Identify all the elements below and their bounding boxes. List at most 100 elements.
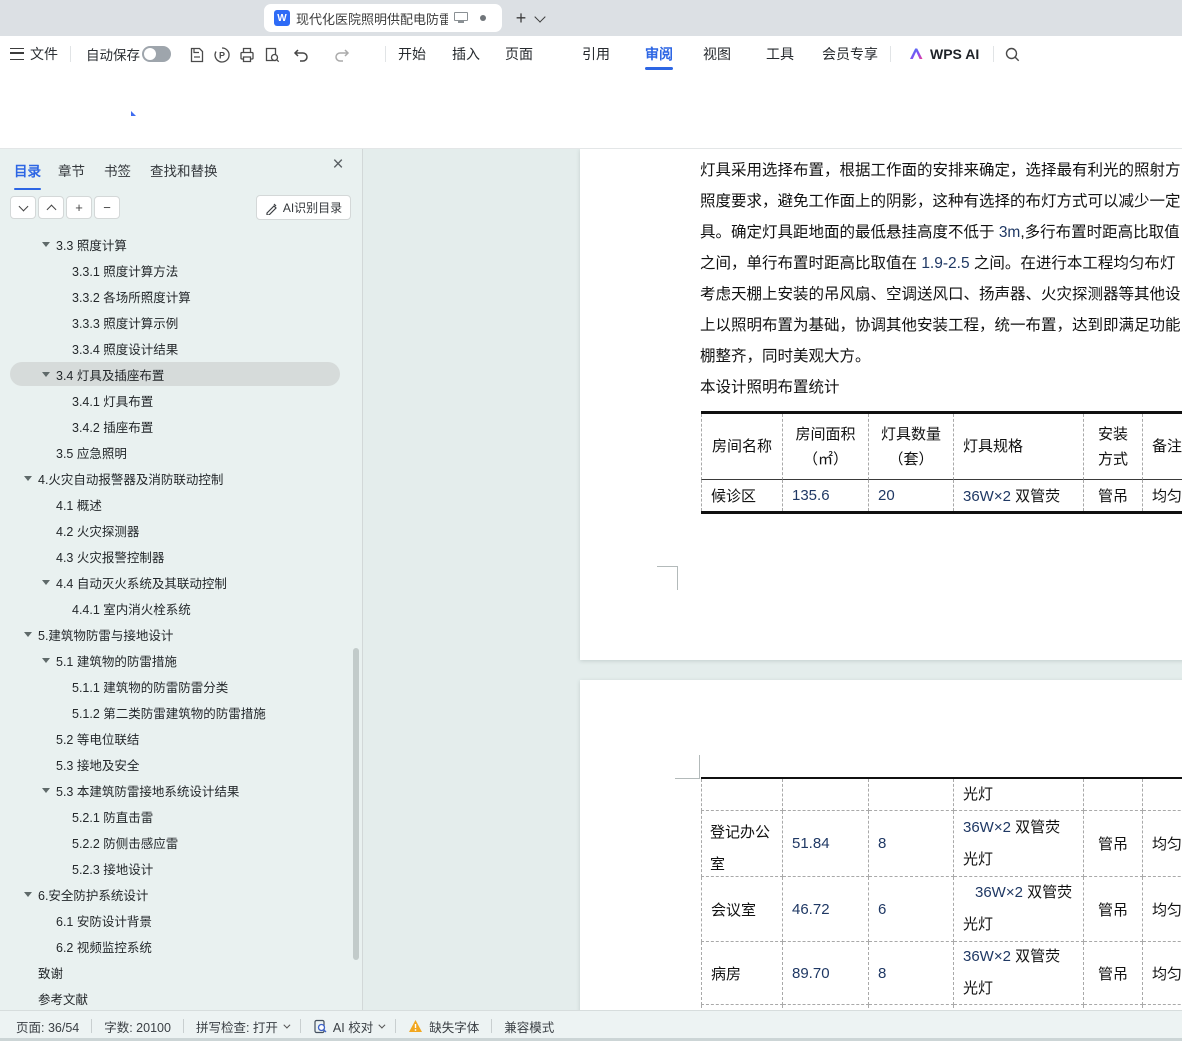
sidebar-tab-bookmarks[interactable]: 书签	[104, 160, 131, 180]
toc-item[interactable]: 3.3.2 各场所照度计算	[0, 283, 352, 309]
paragraph-line: 具。确定灯具距地面的最低悬挂高度不低于 3m,多行布置时距高比取值	[700, 217, 1180, 248]
toc-item[interactable]: 5.2.2 防侧击感应雷	[0, 829, 352, 855]
table-caption: 本设计照明布置统计	[700, 372, 840, 403]
toc-item[interactable]: 3.3 照度计算	[0, 236, 352, 257]
toc-item[interactable]: 3.5 应急照明	[0, 439, 352, 465]
lighting-table-page1[interactable]: 房间名称 房间面积（㎡） 灯具数量（套） 灯具规格 安装方式 备注 候诊区 13…	[701, 411, 1182, 514]
table-cell: 登记办公室	[701, 811, 783, 877]
menu-tab-review[interactable]: 审阅	[645, 36, 673, 72]
undo-button[interactable]	[291, 45, 310, 64]
toc-item[interactable]: 4.4 自动灭火系统及其联动控制	[0, 569, 352, 595]
missing-font-warning[interactable]: 缺失字体	[408, 1017, 479, 1036]
toc-item[interactable]: 6.安全防护系统设计	[0, 881, 352, 907]
toc-item-label: 6.安全防护系统设计	[38, 885, 148, 904]
col-header-count: 灯具数量（套）	[869, 414, 954, 480]
toc-item-label: 3.3 照度计算	[56, 236, 127, 254]
sidebar-tab-find-replace[interactable]: 查找和替换	[150, 160, 218, 180]
toc-item-label: 5.1 建筑物的防雷措施	[56, 651, 177, 670]
menu-tab-tools[interactable]: 工具	[766, 36, 794, 72]
toc-expand-arrow-icon[interactable]	[42, 580, 50, 585]
toc-collapse-all-button[interactable]	[10, 196, 36, 219]
svg-text:P: P	[219, 50, 225, 60]
toc-item[interactable]: 4.火灾自动报警器及消防联动控制	[0, 465, 352, 491]
menu-tab-insert[interactable]: 插入	[452, 36, 480, 72]
sidebar-tab-contents[interactable]: 目录	[14, 160, 41, 180]
toc-item[interactable]: 5.2.3 接地设计	[0, 855, 352, 881]
print-button[interactable]	[237, 45, 256, 64]
page-indicator[interactable]: 页面: 36/54	[16, 1017, 79, 1036]
toc-expand-arrow-icon[interactable]	[42, 788, 50, 793]
lighting-table-page2[interactable]: 光灯 登记办公室 51.84 8 36W×2 双管荧光灯 管吊 均匀 会议室 4…	[701, 777, 1182, 1010]
toc-item[interactable]: 4.1 概述	[0, 491, 352, 517]
toc-expand-arrow-icon[interactable]	[42, 242, 50, 247]
toc-item[interactable]: 3.4.2 插座布置	[0, 413, 352, 439]
file-menu[interactable]: 文件	[10, 36, 58, 72]
wps-ai-button[interactable]: WPS AI	[908, 36, 979, 72]
toc-item[interactable]: 6.2 视频监控系统	[0, 933, 352, 959]
divider	[491, 1019, 492, 1033]
toc-item[interactable]: 3.3.3 照度计算示例	[0, 309, 352, 335]
sidebar-scrollbar[interactable]	[353, 648, 359, 960]
toc-item[interactable]: 5.3 本建筑防雷接地系统设计结果	[0, 777, 352, 803]
menu-tab-view[interactable]: 视图	[703, 36, 731, 72]
toc-item[interactable]: 4.2 火灾探测器	[0, 517, 352, 543]
sidebar-tab-chapters[interactable]: 章节	[58, 160, 85, 180]
toc-expand-arrow-icon[interactable]	[42, 658, 50, 663]
tab-list-chevron-icon[interactable]	[534, 11, 545, 22]
toc-item[interactable]: 4.4.1 室内消火栓系统	[0, 595, 352, 621]
toc-item[interactable]: 5.1 建筑物的防雷措施	[0, 647, 352, 673]
table-cell: 管吊	[1084, 877, 1143, 942]
new-tab-button[interactable]: +	[511, 8, 531, 28]
toc-item[interactable]: 5.1.1 建筑物的防雷防雷分类	[0, 673, 352, 699]
close-icon[interactable]: ×	[328, 155, 348, 175]
toc-expand-arrow-icon[interactable]	[24, 632, 32, 637]
print-preview-button[interactable]	[262, 45, 281, 64]
menu-tab-start[interactable]: 开始	[398, 36, 426, 72]
toc-zoom-out-button[interactable]: −	[94, 196, 120, 219]
toc-item[interactable]: 5.2 等电位联结	[0, 725, 352, 751]
toc-item[interactable]: 3.3.4 照度设计结果	[0, 335, 352, 361]
toc-item-label: 5.3 本建筑防雷接地系统设计结果	[56, 781, 239, 800]
toc-item[interactable]: 5.1.2 第二类防雷建筑物的防雷措施	[0, 699, 352, 725]
toc-item[interactable]: 6.1 安防设计背景	[0, 907, 352, 933]
toc-item[interactable]: 5.建筑物防雷与接地设计	[0, 621, 352, 647]
table-cell: 均匀	[1143, 811, 1182, 877]
toc-expand-arrow-icon[interactable]	[42, 372, 50, 377]
document-page-2[interactable]: 光灯 登记办公室 51.84 8 36W×2 双管荧光灯 管吊 均匀 会议室 4…	[580, 680, 1182, 1010]
menu-tab-member[interactable]: 会员专享	[822, 36, 878, 72]
tab-document-active[interactable]: W 现代化医院照明供配电防雷及	[264, 4, 502, 32]
toc-item[interactable]: 3.3.1 照度计算方法	[0, 257, 352, 283]
toc-item[interactable]: 5.2.1 防直击雷	[0, 803, 352, 829]
toc-item[interactable]: 4.3 火灾报警控制器	[0, 543, 352, 569]
toc-item[interactable]: 3.4.1 灯具布置	[0, 387, 352, 413]
table-cell: 均匀	[1143, 877, 1182, 942]
ai-proofread-status[interactable]: AI 校对	[313, 1017, 383, 1036]
table-cell: 89.70	[783, 942, 869, 1005]
save-button[interactable]	[187, 45, 206, 64]
paragraph-line: 之间，单行布置时距高比取值在 1.9-2.5 之间。在进行本工程均匀布灯	[700, 248, 1175, 279]
search-icon[interactable]	[1003, 45, 1022, 64]
table-cell: 46.72	[783, 877, 869, 942]
compat-mode-indicator[interactable]: 兼容模式	[504, 1017, 554, 1036]
toc-item-label: 4.4.1 室内消火栓系统	[72, 599, 191, 618]
toc-expand-arrow-icon[interactable]	[24, 892, 32, 897]
spellcheck-status[interactable]: 拼写检查: 打开	[196, 1017, 288, 1036]
menu-tab-page[interactable]: 页面	[505, 36, 533, 72]
ai-recognize-toc-button[interactable]: AI识别目录	[256, 195, 351, 220]
word-count-indicator[interactable]: 字数: 20100	[104, 1017, 171, 1036]
toc-expand-arrow-icon[interactable]	[24, 476, 32, 481]
monitor-icon[interactable]	[454, 12, 468, 24]
autosave-toggle[interactable]	[142, 46, 171, 62]
export-pdf-button[interactable]: P	[212, 45, 231, 64]
toc-item[interactable]: 3.4 灯具及插座布置	[0, 361, 352, 387]
toc-item[interactable]: 参考文献	[0, 985, 352, 1006]
toc-item[interactable]: 致谢	[0, 959, 352, 985]
menu-tab-reference[interactable]: 引用	[582, 36, 610, 72]
toc-expand-all-button[interactable]	[38, 196, 64, 219]
redo-button[interactable]	[333, 45, 352, 64]
toc-zoom-in-button[interactable]: +	[66, 196, 92, 219]
document-page-1[interactable]: 灯具采用选择布置，根据工作面的安排来确定，选择最有利光的照射方 照度要求，避免工…	[580, 149, 1182, 660]
main-area: 目录 章节 书签 查找和替换 × + − AI识别目录 3.3 照度计算	[0, 149, 1182, 1010]
toc-item[interactable]: 5.3 接地及安全	[0, 751, 352, 777]
paragraph-line: 上以照明布置为基础，协调其他安装工程，统一布置，达到即满足功能	[700, 310, 1181, 341]
